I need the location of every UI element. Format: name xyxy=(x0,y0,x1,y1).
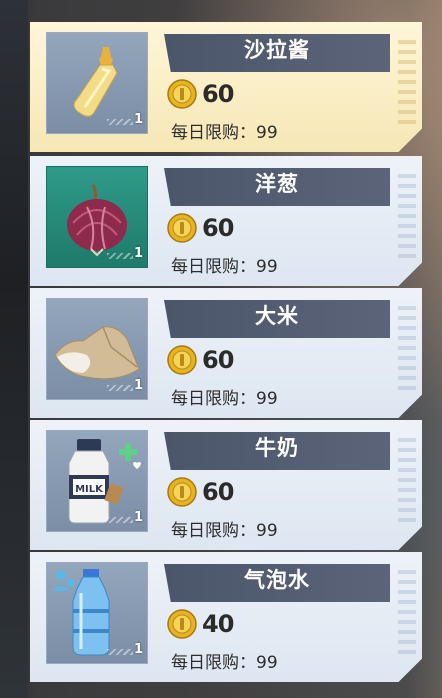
item-price: 60 xyxy=(202,346,234,374)
daily-limit: 每日限购：99 xyxy=(171,384,278,409)
item-name: 牛奶 xyxy=(164,432,390,470)
daily-limit-label: 每日限购： xyxy=(171,521,256,541)
item-quantity: 1 xyxy=(133,246,143,261)
daily-limit-value: 99 xyxy=(256,653,278,673)
coin-icon xyxy=(167,79,197,109)
daily-limit-value: 99 xyxy=(256,257,278,277)
side-decoration xyxy=(0,0,28,698)
coin-icon xyxy=(167,609,197,639)
daily-limit: 每日限购：99 xyxy=(171,252,278,277)
daily-limit: 每日限购：99 xyxy=(171,118,278,143)
mayonnaise-bottle-icon xyxy=(73,47,118,117)
rice-sack-icon xyxy=(54,326,140,380)
daily-limit-label: 每日限购： xyxy=(171,257,256,277)
daily-limit: 每日限购：99 xyxy=(171,648,278,673)
daily-limit: 每日限购：99 xyxy=(171,516,278,541)
frame-stripes xyxy=(107,119,133,125)
card-edge-decoration xyxy=(398,40,416,130)
item-price: 40 xyxy=(202,610,234,638)
item-icon-frame: 1 xyxy=(46,562,148,664)
milk-label-text: MILK xyxy=(75,484,104,495)
item-price: 60 xyxy=(202,478,234,506)
card-edge-decoration xyxy=(398,438,416,528)
card-edge-decoration xyxy=(398,306,416,396)
daily-limit-value: 99 xyxy=(256,521,278,541)
item-icon-frame: 1 xyxy=(46,298,148,400)
frame-stripes xyxy=(107,253,133,259)
daily-limit-label: 每日限购： xyxy=(171,123,256,143)
item-price: 60 xyxy=(202,80,234,108)
item-name: 沙拉酱 xyxy=(164,34,390,72)
daily-limit-label: 每日限购： xyxy=(171,389,256,409)
card-edge-decoration xyxy=(398,174,416,264)
frame-stripes xyxy=(107,385,133,391)
daily-limit-value: 99 xyxy=(256,123,278,143)
shop-item-card[interactable]: 1 大米 60 每日限购：99 xyxy=(30,288,422,418)
coin-icon xyxy=(167,345,197,375)
item-quantity: 1 xyxy=(133,642,143,657)
frame-stripes xyxy=(107,649,133,655)
coin-icon xyxy=(167,477,197,507)
shop-item-card[interactable]: MILK 1 牛奶 60 每日限购：99 xyxy=(30,420,422,550)
item-price: 60 xyxy=(202,214,234,242)
daily-limit-value: 99 xyxy=(256,389,278,409)
item-icon-frame: 1 xyxy=(46,32,148,134)
item-quantity: 1 xyxy=(133,510,143,525)
shop-item-card[interactable]: 1 洋葱 60 每日限购：99 xyxy=(30,156,422,286)
frame-stripes xyxy=(107,517,133,523)
item-name: 大米 xyxy=(164,300,390,338)
item-quantity: 1 xyxy=(133,112,143,127)
item-name: 气泡水 xyxy=(164,564,390,602)
onion-icon xyxy=(67,184,127,257)
daily-limit-label: 每日限购： xyxy=(171,653,256,673)
item-icon-frame: MILK 1 xyxy=(46,430,148,532)
shop-item-card[interactable]: 1 气泡水 40 每日限购：99 xyxy=(30,552,422,682)
item-icon-frame: 1 xyxy=(46,166,148,268)
item-quantity: 1 xyxy=(133,378,143,393)
coin-icon xyxy=(167,213,197,243)
shop-item-card[interactable]: 1 沙拉酱 60 每日限购：99 xyxy=(30,22,422,152)
water-bottle-icon xyxy=(53,569,110,656)
milk-bottle-icon: MILK xyxy=(68,439,141,524)
card-edge-decoration xyxy=(398,570,416,660)
item-name: 洋葱 xyxy=(164,168,390,206)
